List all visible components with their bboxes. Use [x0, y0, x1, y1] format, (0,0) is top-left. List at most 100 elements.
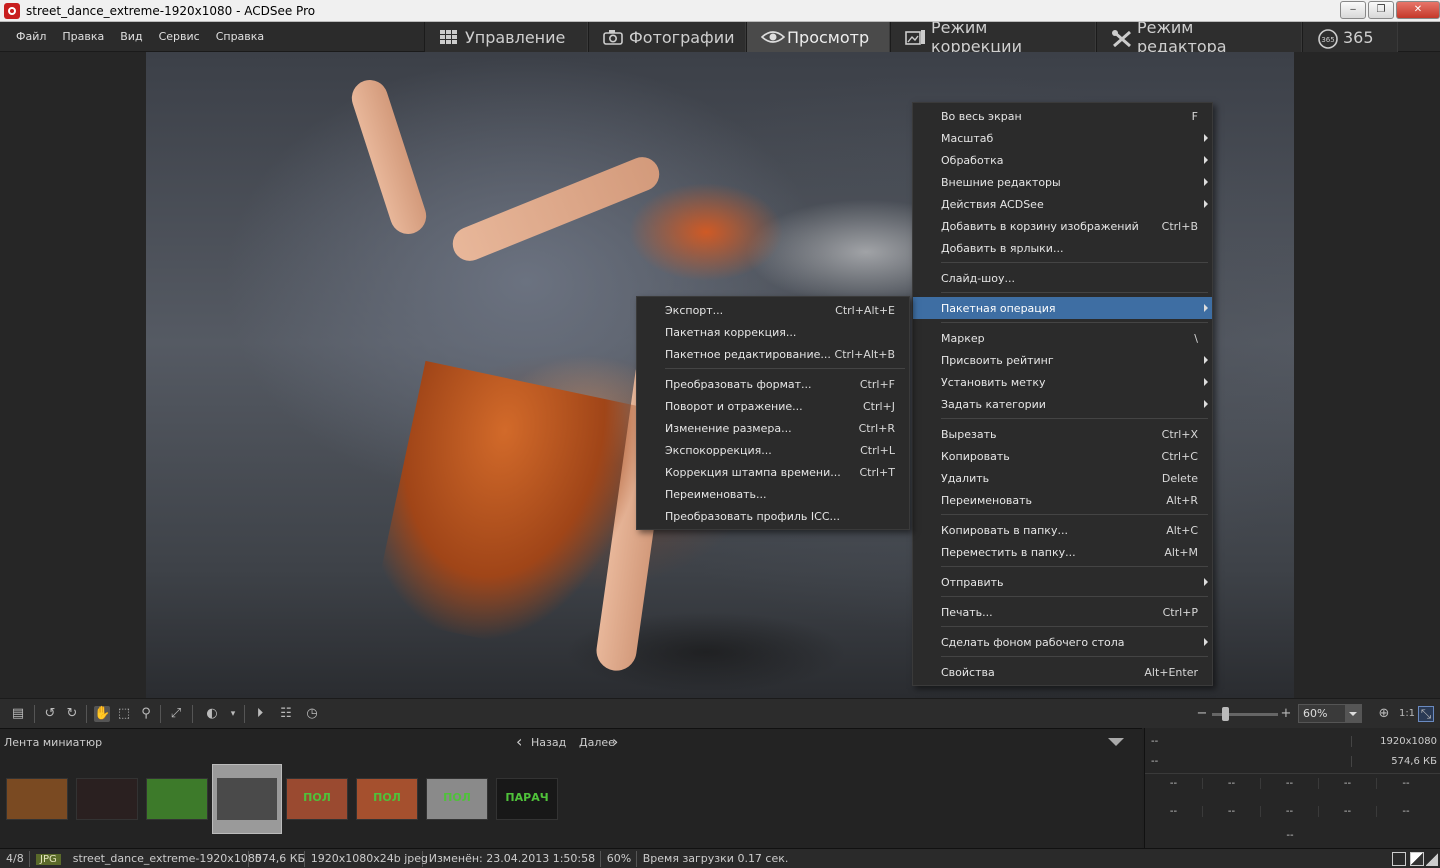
tab-develop[interactable]: Режим коррекции	[890, 18, 1096, 56]
menu-item-обработка[interactable]: Обработка	[913, 149, 1212, 171]
back-link[interactable]: Назад	[531, 736, 566, 749]
menu-item-пакетное-редактирование[interactable]: Пакетное редактирование... Ctrl+Alt+B	[637, 343, 909, 365]
tab-365[interactable]: 365 365	[1302, 22, 1398, 52]
actual-size-button[interactable]: 1:1	[1398, 706, 1416, 722]
menu-item-переместить-в-папку[interactable]: Переместить в папку... Alt+M	[913, 541, 1212, 563]
menu-item-печать[interactable]: Печать... Ctrl+P	[913, 601, 1212, 623]
menu-item-внешние-редакторы[interactable]: Внешние редакторы	[913, 171, 1212, 193]
zoom-tool-icon[interactable]: ⚲	[138, 706, 154, 722]
chevron-down-icon[interactable]	[1345, 705, 1361, 722]
tab-edit[interactable]: Режим редактора	[1096, 18, 1302, 56]
tab-manage[interactable]: Управление	[424, 22, 588, 52]
save-icon[interactable]: ▤	[10, 706, 26, 722]
menu-item-label: Вырезать	[941, 427, 997, 441]
resize-grip-icon[interactable]	[1426, 852, 1438, 866]
chevron-right-icon[interactable]: ›	[612, 734, 618, 750]
menu-item-задать-категории[interactable]: Задать категории	[913, 393, 1212, 415]
menu-item-переименовать[interactable]: Переименовать...	[637, 483, 909, 505]
acdsee-app-icon[interactable]	[4, 2, 20, 19]
menu-item-label: Преобразовать профиль ICC...	[665, 509, 841, 523]
menu-item-преобразовать-формат[interactable]: Преобразовать формат... Ctrl+F	[637, 373, 909, 395]
dropdown-arrow-icon[interactable]: ▾	[228, 706, 238, 722]
fullscreen-icon[interactable]: ⤡	[1418, 706, 1434, 722]
histogram-toggle-icon[interactable]	[1410, 852, 1424, 866]
menu-item-установить-метку[interactable]: Установить метку	[913, 371, 1212, 393]
menu-file[interactable]: Файл	[8, 30, 54, 43]
fit-screen-icon[interactable]: ⤢	[168, 706, 184, 722]
hand-tool-icon[interactable]: ✋	[94, 706, 110, 722]
menu-item-сделать-фоном-рабочего-стола[interactable]: Сделать фоном рабочего стола	[913, 631, 1212, 653]
menu-item-копировать-в-папку[interactable]: Копировать в папку... Alt+C	[913, 519, 1212, 541]
chevron-left-icon[interactable]: ‹	[516, 734, 522, 750]
rotate-left-icon[interactable]: ↺	[42, 706, 58, 722]
menu-help[interactable]: Справка	[208, 30, 272, 43]
menu-item-пакетная-коррекция[interactable]: Пакетная коррекция...	[637, 321, 909, 343]
view-mode-icon[interactable]	[1392, 852, 1406, 866]
thumbnail-8[interactable]: ПАРАЧ	[496, 778, 558, 820]
menu-item-коррекция-штампа-времени[interactable]: Коррекция штампа времени... Ctrl+T	[637, 461, 909, 483]
menu-item-label: Отправить	[941, 575, 1004, 589]
color-palette-icon[interactable]: ◐	[204, 706, 220, 722]
menu-item-label: Копировать	[941, 449, 1010, 463]
thumbnail-caption: ПОЛ	[303, 791, 331, 804]
zoom-in-button[interactable]: +	[1278, 706, 1294, 722]
menu-item-поворот-и-отражение[interactable]: Поворот и отражение... Ctrl+J	[637, 395, 909, 417]
menu-item-экспокоррекция[interactable]: Экспокоррекция... Ctrl+L	[637, 439, 909, 461]
zoom-slider-knob[interactable]	[1222, 707, 1229, 721]
menu-item-добавить-в-ярлыки[interactable]: Добавить в ярлыки...	[913, 237, 1212, 259]
thumbnail-caption: ПАРАЧ	[505, 791, 549, 804]
menu-item-маркер[interactable]: Маркер \	[913, 327, 1212, 349]
tab-photos[interactable]: Фотографии	[588, 22, 746, 52]
menu-item-свойства[interactable]: Свойства Alt+Enter	[913, 661, 1212, 683]
menu-item-shortcut: \	[1194, 331, 1198, 345]
status-bar: 4/8 JPG street_dance_extreme-1920x1080 5…	[0, 848, 1440, 868]
thumbnail-7[interactable]: ПОЛ	[426, 778, 488, 820]
thumbnail-4[interactable]	[212, 764, 282, 834]
exif-cell: --	[1203, 806, 1261, 817]
restore-button[interactable]: ❐	[1368, 1, 1394, 19]
close-button[interactable]: ✕	[1396, 1, 1440, 19]
menu-item-изменение-размера[interactable]: Изменение размера... Ctrl+R	[637, 417, 909, 439]
tab-view[interactable]: Просмотр	[746, 22, 890, 52]
menu-edit[interactable]: Правка	[54, 30, 112, 43]
menu-item-копировать[interactable]: Копировать Ctrl+C	[913, 445, 1212, 467]
menu-item-label: Добавить в ярлыки...	[941, 241, 1064, 255]
menu-item-действия-acdsee[interactable]: Действия ACDSee	[913, 193, 1212, 215]
menu-item-отправить[interactable]: Отправить	[913, 571, 1212, 593]
menu-item-присвоить-рейтинг[interactable]: Присвоить рейтинг	[913, 349, 1212, 371]
collapse-arrow-icon[interactable]	[1108, 738, 1124, 746]
timer-icon[interactable]: ◷	[304, 706, 320, 722]
menu-item-переименовать[interactable]: Переименовать Alt+R	[913, 489, 1212, 511]
slideshow-play-icon[interactable]: ⏵	[252, 706, 268, 722]
thumbnail-5[interactable]: ПОЛ	[286, 778, 348, 820]
menu-item-добавить-в-корзину-изображений[interactable]: Добавить в корзину изображений Ctrl+B	[913, 215, 1212, 237]
menu-item-слайд-шоу[interactable]: Слайд-шоу...	[913, 267, 1212, 289]
menu-item-shortcut: Ctrl+L	[860, 443, 895, 457]
zoom-magnifier-icon[interactable]: ⊕	[1376, 706, 1392, 722]
menu-item-пакетная-операция[interactable]: Пакетная операция	[913, 297, 1212, 319]
menu-item-масштаб[interactable]: Масштаб	[913, 127, 1212, 149]
menu-item-label: Экспорт...	[665, 303, 724, 317]
select-tool-icon[interactable]: ⬚	[116, 706, 132, 722]
rotate-right-icon[interactable]: ↻	[64, 706, 80, 722]
photo-arm-decoration-2	[447, 152, 665, 266]
menu-item-во-весь-экран[interactable]: Во весь экран F	[913, 105, 1212, 127]
menu-item-вырезать[interactable]: Вырезать Ctrl+X	[913, 423, 1212, 445]
tab-edit-label: Режим редактора	[1137, 18, 1227, 56]
menu-tools[interactable]: Сервис	[151, 30, 208, 43]
zoom-out-button[interactable]: −	[1194, 706, 1210, 722]
menu-item-преобразовать-профиль-icc[interactable]: Преобразовать профиль ICC...	[637, 505, 909, 527]
adjust-sliders-icon[interactable]: ☷	[278, 706, 294, 722]
thumbnail-6[interactable]: ПОЛ	[356, 778, 418, 820]
thumbnail-2[interactable]	[76, 778, 138, 820]
minimize-button[interactable]: ‒	[1340, 1, 1366, 19]
menu-view[interactable]: Вид	[112, 30, 150, 43]
next-link[interactable]: Далее	[579, 736, 615, 749]
zoom-level-select[interactable]: 60%	[1298, 704, 1362, 723]
image-viewer[interactable]: Во весь экран F Масштаб Обработка Внешние ре…	[0, 52, 1440, 698]
thumbnail-3[interactable]	[146, 778, 208, 820]
info-row-dimensions: -- 1920x1080	[1145, 736, 1440, 754]
menu-item-удалить[interactable]: Удалить Delete	[913, 467, 1212, 489]
menu-item-экспорт[interactable]: Экспорт... Ctrl+Alt+E	[637, 299, 909, 321]
thumbnail-1[interactable]	[6, 778, 68, 820]
